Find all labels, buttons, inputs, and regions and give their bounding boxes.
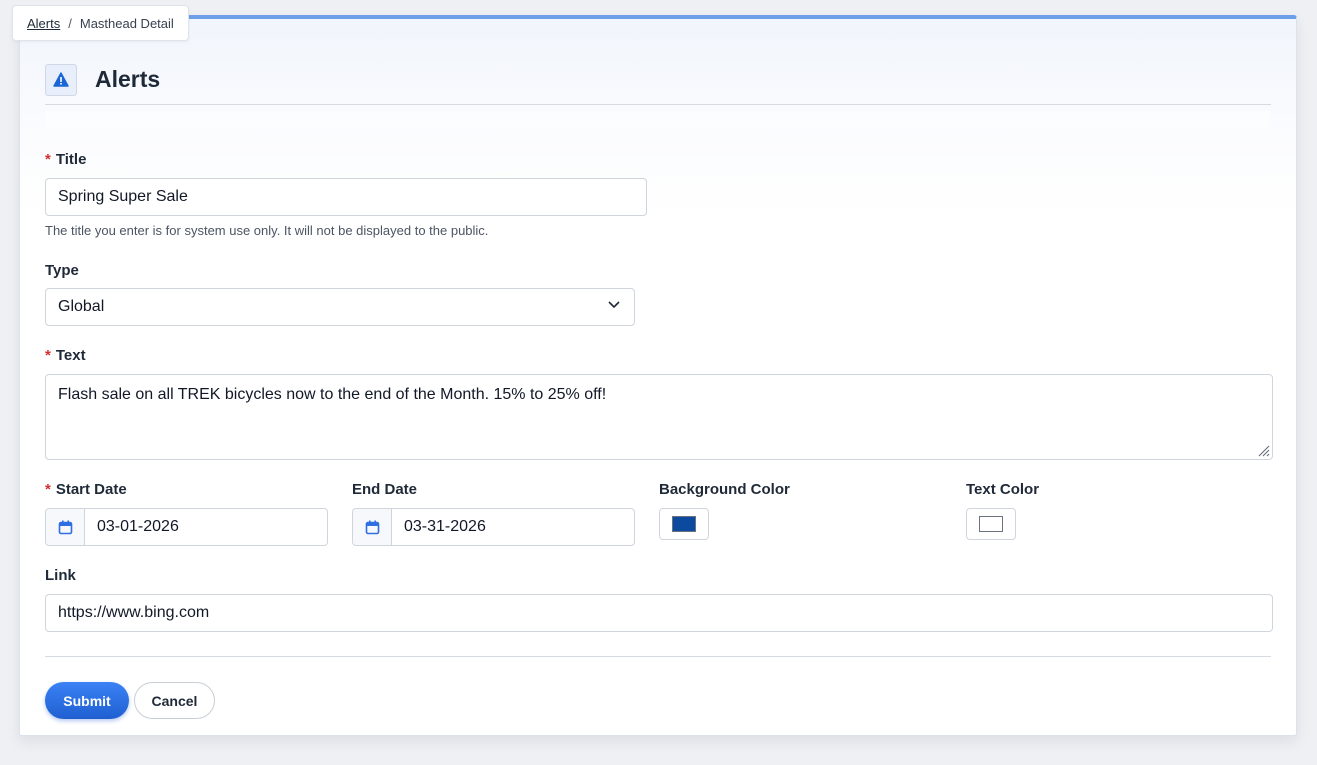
type-select[interactable]: Global [45, 288, 635, 326]
title-label: * Title [45, 151, 87, 168]
text-color-label: Text Color [966, 481, 1040, 498]
calendar-icon[interactable] [46, 509, 85, 545]
cancel-button[interactable]: Cancel [134, 682, 215, 719]
end-date-label: End Date [352, 481, 418, 498]
calendar-icon[interactable] [353, 509, 392, 545]
type-label: Type [45, 262, 79, 279]
page-header: Alerts [45, 55, 1271, 105]
breadcrumb-separator: / [68, 15, 72, 31]
chevron-down-icon [608, 301, 620, 309]
text-textarea[interactable]: Flash sale on all TREK bicycles now to t… [45, 374, 1273, 460]
text-color-swatch [979, 516, 1003, 532]
breadcrumb-link-alerts[interactable]: Alerts [27, 16, 60, 31]
link-label: Link [45, 567, 76, 584]
background-color-swatch [672, 516, 696, 532]
breadcrumb: Alerts / Masthead Detail [12, 5, 189, 41]
end-date-input[interactable]: 03-31-2026 [352, 508, 635, 546]
required-marker: * [45, 481, 51, 498]
title-input[interactable]: Spring Super Sale [45, 178, 647, 216]
warning-triangle-icon [45, 63, 77, 96]
background-color-label: Background Color [659, 481, 790, 498]
required-marker: * [45, 151, 51, 168]
resize-handle-icon[interactable] [1256, 443, 1270, 457]
link-input[interactable]: https://www.bing.com [45, 594, 1273, 632]
breadcrumb-current: Masthead Detail [79, 15, 174, 31]
start-date-input[interactable]: 03-01-2026 [45, 508, 328, 546]
alert-detail-card: Alerts * Title Spring Super Sale The titl… [19, 15, 1297, 736]
start-date-label: * Start Date [45, 481, 127, 498]
text-label: * Text [45, 347, 86, 364]
required-marker: * [45, 347, 51, 364]
title-help-text: The title you enter is for system use on… [45, 223, 489, 238]
submit-button[interactable]: Submit [45, 682, 129, 719]
text-color-picker[interactable] [966, 508, 1016, 540]
background-color-picker[interactable] [659, 508, 709, 540]
form-divider [45, 656, 1271, 657]
header-spacer [45, 111, 1271, 127]
page-title: Alerts [95, 66, 161, 92]
